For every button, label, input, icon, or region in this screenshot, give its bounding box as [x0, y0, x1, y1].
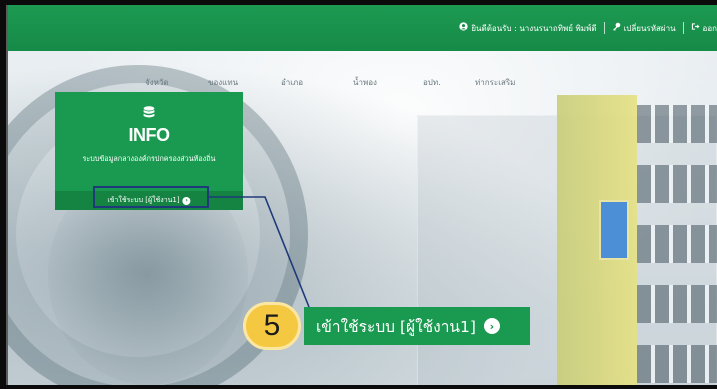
callout-label: เข้าใช้ระบบ [ผู้ใช้งาน1]	[316, 317, 476, 336]
step-number-badge: 5	[243, 302, 301, 350]
page-viewport: ยินดีต้อนรับ : นางนรนาถทิพย์ พิมพ์ดี เปล…	[6, 5, 717, 385]
callout-enter-system: เข้าใช้ระบบ [ผู้ใช้งาน1] ›	[304, 307, 530, 345]
screenshot-frame: ยินดีต้อนรับ : นางนรนาถทิพย์ พิมพ์ดี เปล…	[0, 0, 717, 389]
arrow-circle-right-icon: ›	[483, 318, 500, 334]
